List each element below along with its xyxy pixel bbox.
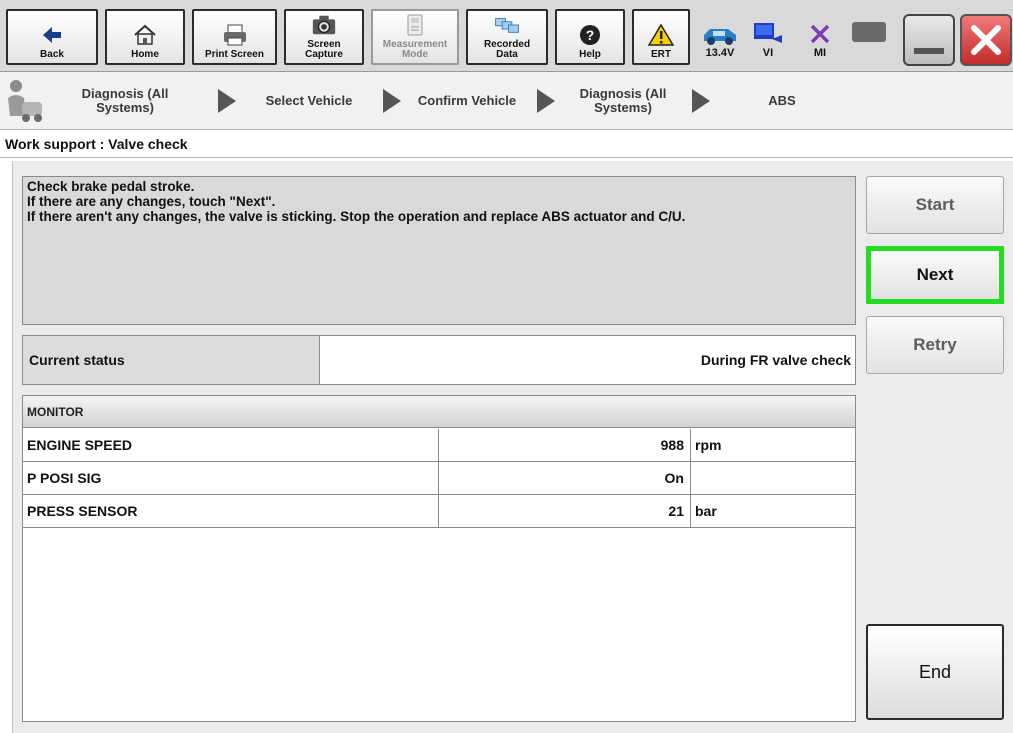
printer-icon (222, 22, 248, 48)
vehicle-interface-icon (754, 23, 782, 43)
breadcrumb-arrow-icon (383, 89, 401, 113)
monitor-row-p-posi-sig: P POSI SIG On (23, 462, 855, 495)
screen-capture-button[interactable]: Screen Capture (284, 9, 364, 65)
monitor-item-name: ENGINE SPEED (23, 429, 439, 461)
recorded-data-button[interactable]: Recorded Data (466, 9, 548, 65)
home-button[interactable]: Home (105, 9, 185, 65)
print-screen-label: Print Screen (205, 49, 264, 60)
monitor-item-value: 988 (439, 429, 691, 461)
measurement-mode-label: Measurement Mode (382, 39, 448, 60)
breadcrumb-arrow-icon (537, 89, 555, 113)
recorded-data-label: Recorded Data (483, 39, 531, 60)
breadcrumb: Diagnosis (All Systems) Select Vehicle C… (0, 72, 1013, 130)
breadcrumb-arrow-icon (692, 89, 710, 113)
breadcrumb-confirm-vehicle[interactable]: Confirm Vehicle (405, 72, 529, 130)
battery-voltage-indicator: 13.4V (698, 8, 742, 64)
back-label: Back (40, 49, 64, 60)
back-arrow-icon (39, 22, 65, 48)
help-icon: ? (577, 22, 603, 48)
measurement-icon (402, 12, 428, 38)
breadcrumb-diagnosis-all-systems[interactable]: Diagnosis (All Systems) (70, 72, 180, 130)
monitor-row-engine-speed: ENGINE SPEED 988 rpm (23, 429, 855, 462)
svg-text:?: ? (586, 27, 595, 43)
breadcrumb-arrow-icon (218, 89, 236, 113)
page-title: Work support : Valve check (0, 131, 1013, 158)
consult-app-window: Back Home Print Screen Screen Capture Me (0, 0, 1013, 733)
battery-icon (852, 22, 886, 42)
monitor-item-unit (691, 462, 855, 494)
monitor-item-unit: rpm (695, 437, 722, 453)
monitor-row-press-sensor: PRESS SENSOR 21 bar (23, 495, 855, 528)
technician-icon (8, 80, 42, 122)
start-button[interactable]: Start (866, 176, 1004, 234)
help-label: Help (579, 49, 601, 60)
mi-indicator: MI (798, 8, 842, 64)
monitor-item-value: 21 (439, 495, 691, 527)
monitor-item-name: P POSI SIG (23, 462, 439, 494)
minimize-button[interactable] (903, 14, 955, 66)
camera-icon (311, 12, 337, 38)
toolbar: Back Home Print Screen Screen Capture Me (0, 0, 1013, 72)
back-button[interactable]: Back (6, 9, 98, 65)
close-button[interactable] (960, 14, 1012, 66)
mi-label: MI (813, 47, 827, 59)
home-icon (132, 22, 158, 48)
recorded-data-icon (494, 12, 520, 38)
warning-icon (648, 22, 674, 48)
current-status-label: Current status (23, 336, 320, 384)
monitor-item-name: PRESS SENSOR (23, 495, 439, 527)
monitor-table: MONITOR ENGINE SPEED 988 rpm P POSI SIG … (22, 395, 856, 722)
end-button[interactable]: End (866, 624, 1004, 720)
car-battery-icon (704, 29, 736, 45)
breadcrumb-diagnosis-all-systems-2[interactable]: Diagnosis (All Systems) (565, 72, 681, 130)
current-status-row: Current status During FR valve check (22, 335, 856, 385)
help-button[interactable]: ? Help (555, 9, 625, 65)
breadcrumb-abs[interactable]: ABS (740, 72, 824, 130)
monitor-item-unit: bar (695, 503, 717, 519)
screen-capture-label: Screen Capture (305, 39, 343, 60)
breadcrumb-select-vehicle[interactable]: Select Vehicle (250, 72, 368, 130)
print-screen-button[interactable]: Print Screen (192, 9, 277, 65)
monitor-item-value: On (439, 462, 691, 494)
ert-label: ERT (651, 49, 671, 60)
current-status-value: During FR valve check (700, 352, 851, 368)
vi-label: VI (762, 47, 774, 59)
battery-voltage-label: 13.4V (705, 47, 735, 59)
instruction-line-2: If there are any changes, touch "Next". (27, 194, 276, 209)
retry-button[interactable]: Retry (866, 316, 1004, 374)
mi-cross-icon (810, 24, 830, 44)
ert-button[interactable]: ERT (632, 9, 690, 65)
vi-indicator: VI (746, 8, 790, 64)
close-icon (971, 25, 1001, 55)
instruction-message: Check brake pedal stroke. If there are a… (22, 176, 856, 325)
instruction-line-1: Check brake pedal stroke. (27, 179, 195, 194)
next-button[interactable]: Next (866, 246, 1004, 304)
home-label: Home (131, 49, 159, 60)
monitor-header: MONITOR (23, 396, 855, 428)
minimize-icon (914, 48, 944, 54)
instruction-line-3: If there aren't any changes, the valve i… (27, 209, 686, 224)
measurement-mode-button[interactable]: Measurement Mode (371, 9, 459, 65)
